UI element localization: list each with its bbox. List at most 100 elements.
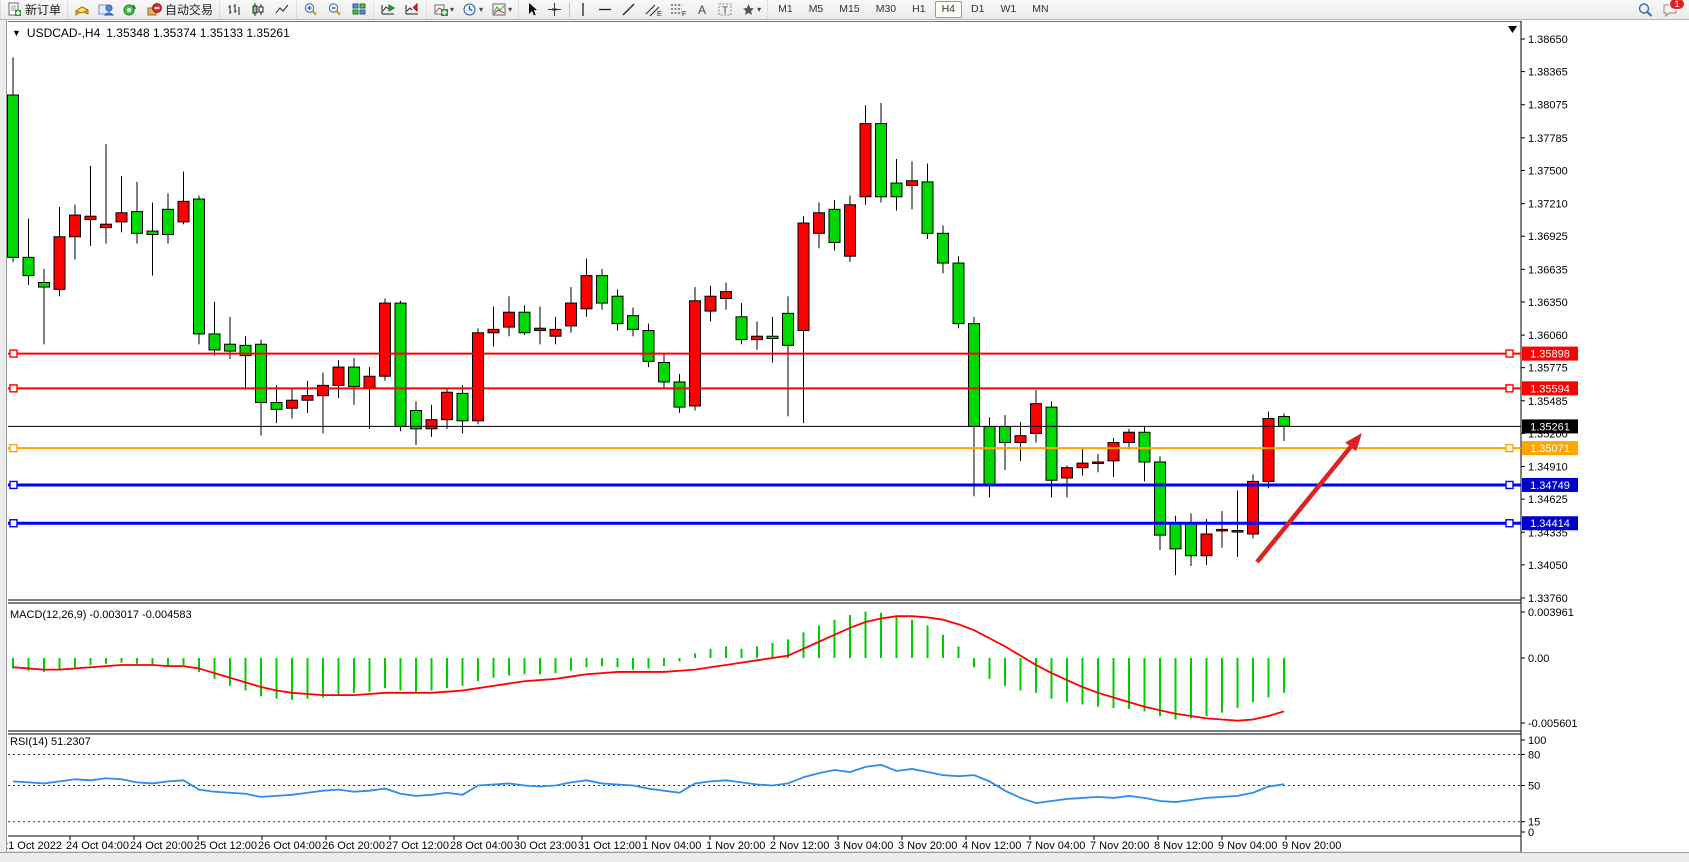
timeframe-h1-button[interactable]: H1 [905,1,932,18]
scroll-end-marker-icon[interactable] [1508,26,1517,33]
candlestick [1046,407,1057,480]
text-button[interactable]: A [692,0,712,19]
chart-title: ▼ USDCAD-,H4 1.35348 1.35374 1.35133 1.3… [12,26,290,40]
bar-chart-button[interactable] [223,0,245,19]
svg-text:1 Nov 20:00: 1 Nov 20:00 [706,840,765,852]
svg-text:2 Nov 12:00: 2 Nov 12:00 [770,840,829,852]
timeframe-m5-button[interactable]: M5 [802,1,831,18]
svg-text:9 Nov 20:00: 9 Nov 20:00 [1282,840,1341,852]
arrows-button[interactable]: ▾ [738,0,764,19]
notification-badge: 1 [1669,0,1685,10]
line-chart-button[interactable] [271,0,293,19]
svg-text:31 Oct 12:00: 31 Oct 12:00 [578,840,641,852]
trendline-icon [621,2,637,17]
vertical-line-button[interactable] [574,0,592,19]
timeframe-h4-button[interactable]: H4 [935,1,962,18]
svg-text:100: 100 [1528,735,1546,747]
svg-text:7 Nov 04:00: 7 Nov 04:00 [1026,840,1085,852]
candlestick [23,257,34,275]
candlestick [581,276,592,309]
zoom-in-button[interactable] [300,0,322,19]
price-badge-1.34749: 1.34749 [1522,478,1578,492]
candlestick [736,317,747,340]
timeframe-m30-button[interactable]: M30 [869,1,903,18]
signals-button[interactable] [119,0,141,19]
new-chart-icon [74,2,90,17]
tile-windows-button[interactable] [348,0,370,19]
notifications-button[interactable]: 1 [1659,0,1682,19]
candlestick [504,312,515,327]
indicators-caret-icon: ▾ [450,5,454,14]
candlestick [1093,462,1104,464]
time-axis[interactable]: 21 Oct 202224 Oct 04:0024 Oct 20:0025 Oc… [2,836,1341,852]
svg-text:A: A [698,3,706,17]
candlestick [1170,524,1181,549]
svg-text:1.36350: 1.36350 [1528,297,1568,309]
candlestick [550,329,561,336]
candlestick [597,276,608,303]
trendline-button[interactable] [618,0,640,19]
svg-text:0.00: 0.00 [1528,653,1549,665]
candlestick [752,336,763,339]
horizontal-line-1.35594[interactable] [8,385,1521,392]
macd-axis: 0.0039610.00-0.005601 [1521,607,1578,730]
svg-text:1.35200: 1.35200 [1528,428,1568,440]
candlestick [225,344,236,351]
timeframe-d1-button[interactable]: D1 [964,1,991,18]
svg-text:1.38075: 1.38075 [1528,100,1568,112]
timeframe-m15-button[interactable]: M15 [832,1,866,18]
navigator-button[interactable] [95,0,117,19]
equidistant-channel-button[interactable]: E [642,0,665,19]
timeframe-w1-button[interactable]: W1 [993,1,1023,18]
cursor-button[interactable] [522,0,542,19]
chart-shift-button[interactable] [401,0,423,19]
symbol-period-label: USDCAD-,H4 [27,26,100,40]
templates-button[interactable]: ▾ [488,0,515,19]
candlestick-chart-button[interactable] [247,0,269,19]
candlestick [488,329,499,332]
svg-text:1.34335: 1.34335 [1528,527,1568,539]
rsi-level-lines [8,754,1521,821]
autotrading-button[interactable]: 自动交易 [143,0,216,19]
timeframe-m1-button[interactable]: M1 [771,1,800,18]
candlestick [674,382,685,407]
crosshair-button[interactable] [544,0,565,19]
horizontal-line-1.35071[interactable] [8,445,1521,452]
candlestick [767,336,778,338]
candlestick [1217,529,1228,531]
new-order-button[interactable]: 新订单 [4,0,64,19]
expand-ohlc-icon[interactable]: ▼ [12,29,21,38]
candlestick [829,209,840,242]
svg-text:7 Nov 20:00: 7 Nov 20:00 [1090,840,1149,852]
candlestick [953,263,964,324]
horizontal-line-1.34414[interactable] [8,520,1521,527]
zoom-out-button[interactable] [324,0,346,19]
candlestick [442,392,453,419]
new-chart-button[interactable] [71,0,93,19]
candlestick [566,303,577,326]
candlestick [922,182,933,233]
periods-button[interactable]: ▾ [459,0,486,19]
svg-text:-0.005601: -0.005601 [1528,718,1578,730]
text-label-button[interactable]: T [714,0,736,19]
horizontal-line-1.34749[interactable] [8,481,1521,488]
candlestick [70,215,81,237]
fibonacci-button[interactable]: F [667,0,690,19]
auto-scroll-button[interactable] [377,0,399,19]
svg-text:1.34050: 1.34050 [1528,560,1568,572]
candlestick [1108,443,1119,461]
candlestick [612,296,623,323]
search-button[interactable] [1634,0,1657,19]
svg-text:24 Oct 20:00: 24 Oct 20:00 [130,840,193,852]
price-badge-1.35594: 1.35594 [1522,381,1578,395]
toolbar-group-panels: 自动交易 [67,0,219,19]
candlestick [783,313,794,345]
candlestick [147,231,158,234]
candles-layer [8,57,1290,575]
toolbar-group-trade: 新订单 [0,0,67,19]
horizontal-line-button[interactable] [594,0,616,19]
indicators-icon [433,2,449,17]
timeframe-mn-button[interactable]: MN [1025,1,1055,18]
indicators-button[interactable]: ▾ [430,0,457,19]
candlestick [1248,481,1259,534]
